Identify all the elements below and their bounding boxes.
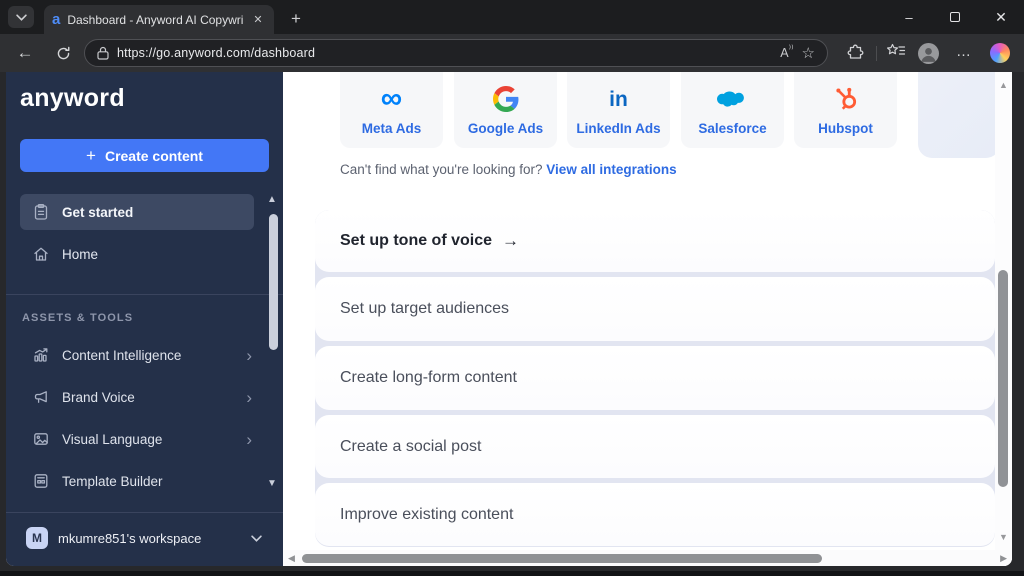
workspace-avatar: M <box>26 527 48 549</box>
horizontal-scrollbar[interactable]: ◀ ▶ <box>283 550 1012 566</box>
integration-card-linkedin-ads[interactable]: in LinkedIn Ads <box>567 72 670 148</box>
clipboard-icon <box>32 203 50 221</box>
sidebar-divider <box>6 294 283 295</box>
profile-button[interactable] <box>918 43 939 64</box>
scroll-left-arrow[interactable]: ◀ <box>288 553 295 564</box>
sidebar-item-brand-voice[interactable]: Brand Voice › <box>20 378 260 416</box>
vertical-scrollbar[interactable]: ▲ ▼ <box>995 72 1012 550</box>
refresh-button[interactable] <box>48 38 78 68</box>
tab-close-icon[interactable]: ✕ <box>250 13 266 26</box>
scroll-up-arrow[interactable]: ▲ <box>999 80 1008 90</box>
sidebar: anyword + Create content Get started Hom… <box>6 72 283 566</box>
back-button[interactable]: ← <box>10 38 40 68</box>
main-panel: ∞ Meta Ads Google Ads in LinkedIn Ads Sa… <box>283 72 1012 566</box>
salesforce-logo-icon <box>716 87 750 111</box>
copilot-icon <box>990 43 1010 63</box>
close-window-button[interactable]: ✕ <box>978 0 1024 34</box>
linkedin-logo-icon: in <box>609 89 628 110</box>
tab-title: Dashboard - Anyword AI Copywri <box>67 13 243 27</box>
google-logo-icon <box>493 86 519 112</box>
copilot-button[interactable] <box>990 43 1010 63</box>
bar-chart-icon <box>32 346 50 364</box>
horizontal-scrollbar-thumb[interactable] <box>302 554 822 563</box>
vertical-scrollbar-thumb[interactable] <box>998 270 1008 487</box>
view-all-integrations-link[interactable]: View all integrations <box>546 162 676 177</box>
url-text: https://go.anyword.com/dashboard <box>117 46 315 60</box>
chevron-right-icon: › <box>246 431 252 448</box>
task-card-long-form-content[interactable]: Create long-form content <box>315 346 995 410</box>
browser-navbar: ← https://go.anyword.com/dashboard A⁾⁾ ☆… <box>0 34 1024 72</box>
template-icon <box>32 472 50 490</box>
avatar-icon <box>918 43 939 64</box>
minimize-button[interactable]: – <box>886 0 932 34</box>
favorites-button[interactable] <box>886 43 906 58</box>
task-card-target-audiences[interactable]: Set up target audiences <box>315 277 995 341</box>
megaphone-icon <box>32 388 50 406</box>
integration-card-google-ads[interactable]: Google Ads <box>454 72 557 148</box>
address-bar[interactable]: https://go.anyword.com/dashboard A⁾⁾ ☆ <box>84 39 828 67</box>
sidebar-item-content-intelligence[interactable]: Content Intelligence › <box>20 336 260 374</box>
tab-search-button[interactable] <box>8 6 34 28</box>
browser-titlebar: a Dashboard - Anyword AI Copywri ✕ + – ✕ <box>0 0 1024 34</box>
lock-icon <box>97 46 109 60</box>
workspace-selector[interactable]: M mkumre851's workspace <box>20 520 268 556</box>
sidebar-scroll-down-arrow[interactable]: ▼ <box>267 478 277 489</box>
sidebar-item-home[interactable]: Home <box>20 236 254 272</box>
chevron-down-icon <box>16 14 27 21</box>
sidebar-scroll-up-arrow[interactable]: ▲ <box>267 194 277 205</box>
sidebar-section-title: ASSETS & TOOLS <box>22 312 133 324</box>
toolbar-divider <box>876 46 877 61</box>
browser-tab[interactable]: a Dashboard - Anyword AI Copywri ✕ <box>44 5 274 34</box>
sidebar-item-get-started[interactable]: Get started <box>20 194 254 230</box>
home-icon <box>32 245 50 263</box>
extensions-button[interactable] <box>846 43 864 61</box>
integration-card-hubspot[interactable]: Hubspot <box>794 72 897 148</box>
meta-logo-icon: ∞ <box>381 86 402 112</box>
partial-card[interactable] <box>918 72 1000 158</box>
restore-icon <box>950 12 960 22</box>
create-content-button[interactable]: + Create content <box>20 139 269 172</box>
refresh-icon <box>56 46 71 61</box>
sidebar-scrollbar-thumb[interactable] <box>269 214 278 350</box>
scroll-down-arrow[interactable]: ▼ <box>999 532 1008 542</box>
hubspot-logo-icon <box>833 86 859 112</box>
puzzle-icon <box>846 43 864 61</box>
anyword-logo: anyword <box>20 84 125 113</box>
chevron-right-icon: › <box>246 347 252 364</box>
scroll-right-arrow[interactable]: ▶ <box>1000 553 1007 564</box>
new-tab-button[interactable]: + <box>284 8 308 30</box>
favorites-star-list-icon <box>886 43 906 58</box>
sidebar-item-visual-language[interactable]: Visual Language › <box>20 420 260 458</box>
task-card-social-post[interactable]: Create a social post <box>315 415 995 478</box>
page-content: anyword + Create content Get started Hom… <box>6 72 1012 566</box>
settings-more-button[interactable]: … <box>954 43 974 60</box>
window-controls: – ✕ <box>886 0 1024 34</box>
chevron-right-icon: › <box>246 389 252 406</box>
task-list: Set up tone of voice → Set up target aud… <box>315 210 995 547</box>
sidebar-item-template-builder[interactable]: Template Builder <box>20 462 260 500</box>
task-card-improve-content[interactable]: Improve existing content <box>315 483 995 546</box>
restore-button[interactable] <box>932 0 978 34</box>
read-aloud-button[interactable]: A⁾⁾ <box>780 46 793 60</box>
anyword-favicon-icon: a <box>52 12 60 27</box>
window-bottom-edge <box>0 571 1024 576</box>
plus-icon: + <box>86 146 96 166</box>
integration-card-meta-ads[interactable]: ∞ Meta Ads <box>340 72 443 148</box>
favorite-star-icon[interactable]: ☆ <box>802 44 815 62</box>
arrow-right-icon: → <box>502 231 519 251</box>
sidebar-footer-divider <box>6 512 283 513</box>
task-card-tone-of-voice[interactable]: Set up tone of voice → <box>315 210 995 272</box>
integrations-help-text: Can't find what you're looking for? View… <box>340 162 677 177</box>
image-icon <box>32 430 50 448</box>
chevron-down-icon <box>251 535 262 542</box>
integration-card-salesforce[interactable]: Salesforce <box>681 72 784 148</box>
